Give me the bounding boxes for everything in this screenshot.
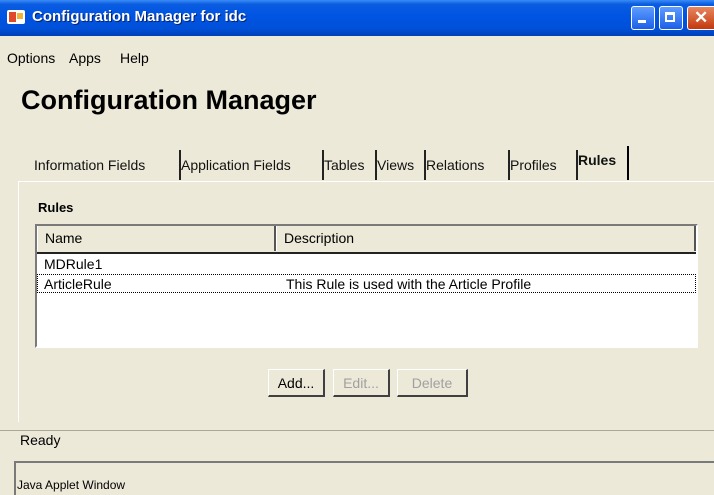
table-row[interactable]: MDRule1 [37, 255, 696, 274]
rules-list[interactable]: Name Description MDRule1 ArticleRule Thi… [35, 224, 698, 348]
tab-profiles[interactable]: Profiles [510, 150, 578, 180]
maximize-icon [665, 12, 675, 22]
tab-rules[interactable]: Rules [578, 146, 629, 180]
close-button[interactable]: ✕ [687, 6, 714, 30]
window-title: Configuration Manager for idc [32, 8, 247, 25]
delete-button: Delete [397, 369, 468, 397]
list-header: Name Description [37, 226, 696, 254]
close-icon: ✕ [694, 8, 709, 27]
minimize-icon [638, 20, 646, 23]
status-bar [0, 430, 714, 455]
applet-warning-text: Java Applet Window [17, 478, 126, 492]
status-text: Ready [20, 432, 61, 448]
rule-name: ArticleRule [44, 276, 112, 292]
page-title: Configuration Manager [21, 85, 317, 115]
rule-description: This Rule is used with the Article Profi… [286, 276, 532, 292]
rules-section-label: Rules [38, 200, 74, 215]
minimize-button[interactable] [631, 6, 655, 30]
title-bar[interactable]: Configuration Manager for idc ✕ [0, 0, 714, 36]
menu-help[interactable]: Help [120, 50, 149, 66]
tab-application-fields[interactable]: Application Fields [181, 150, 324, 180]
tab-views[interactable]: Views [377, 150, 426, 180]
tab-information-fields[interactable]: Information Fields [34, 150, 181, 180]
maximize-button[interactable] [659, 6, 683, 30]
column-header-name[interactable]: Name [37, 226, 276, 251]
rule-name: MDRule1 [44, 256, 103, 272]
column-header-description[interactable]: Description [276, 226, 696, 251]
add-button[interactable]: Add... [268, 369, 325, 397]
edit-button: Edit... [333, 369, 390, 397]
tab-relations[interactable]: Relations [426, 150, 510, 180]
menu-apps[interactable]: Apps [69, 50, 101, 66]
table-row-selected[interactable]: ArticleRule This Rule is used with the A… [37, 274, 696, 293]
menu-options[interactable]: Options [7, 50, 55, 66]
tab-tables[interactable]: Tables [324, 150, 377, 180]
app-icon [7, 10, 25, 24]
application-window: Configuration Manager for idc ✕ Options … [0, 0, 714, 495]
